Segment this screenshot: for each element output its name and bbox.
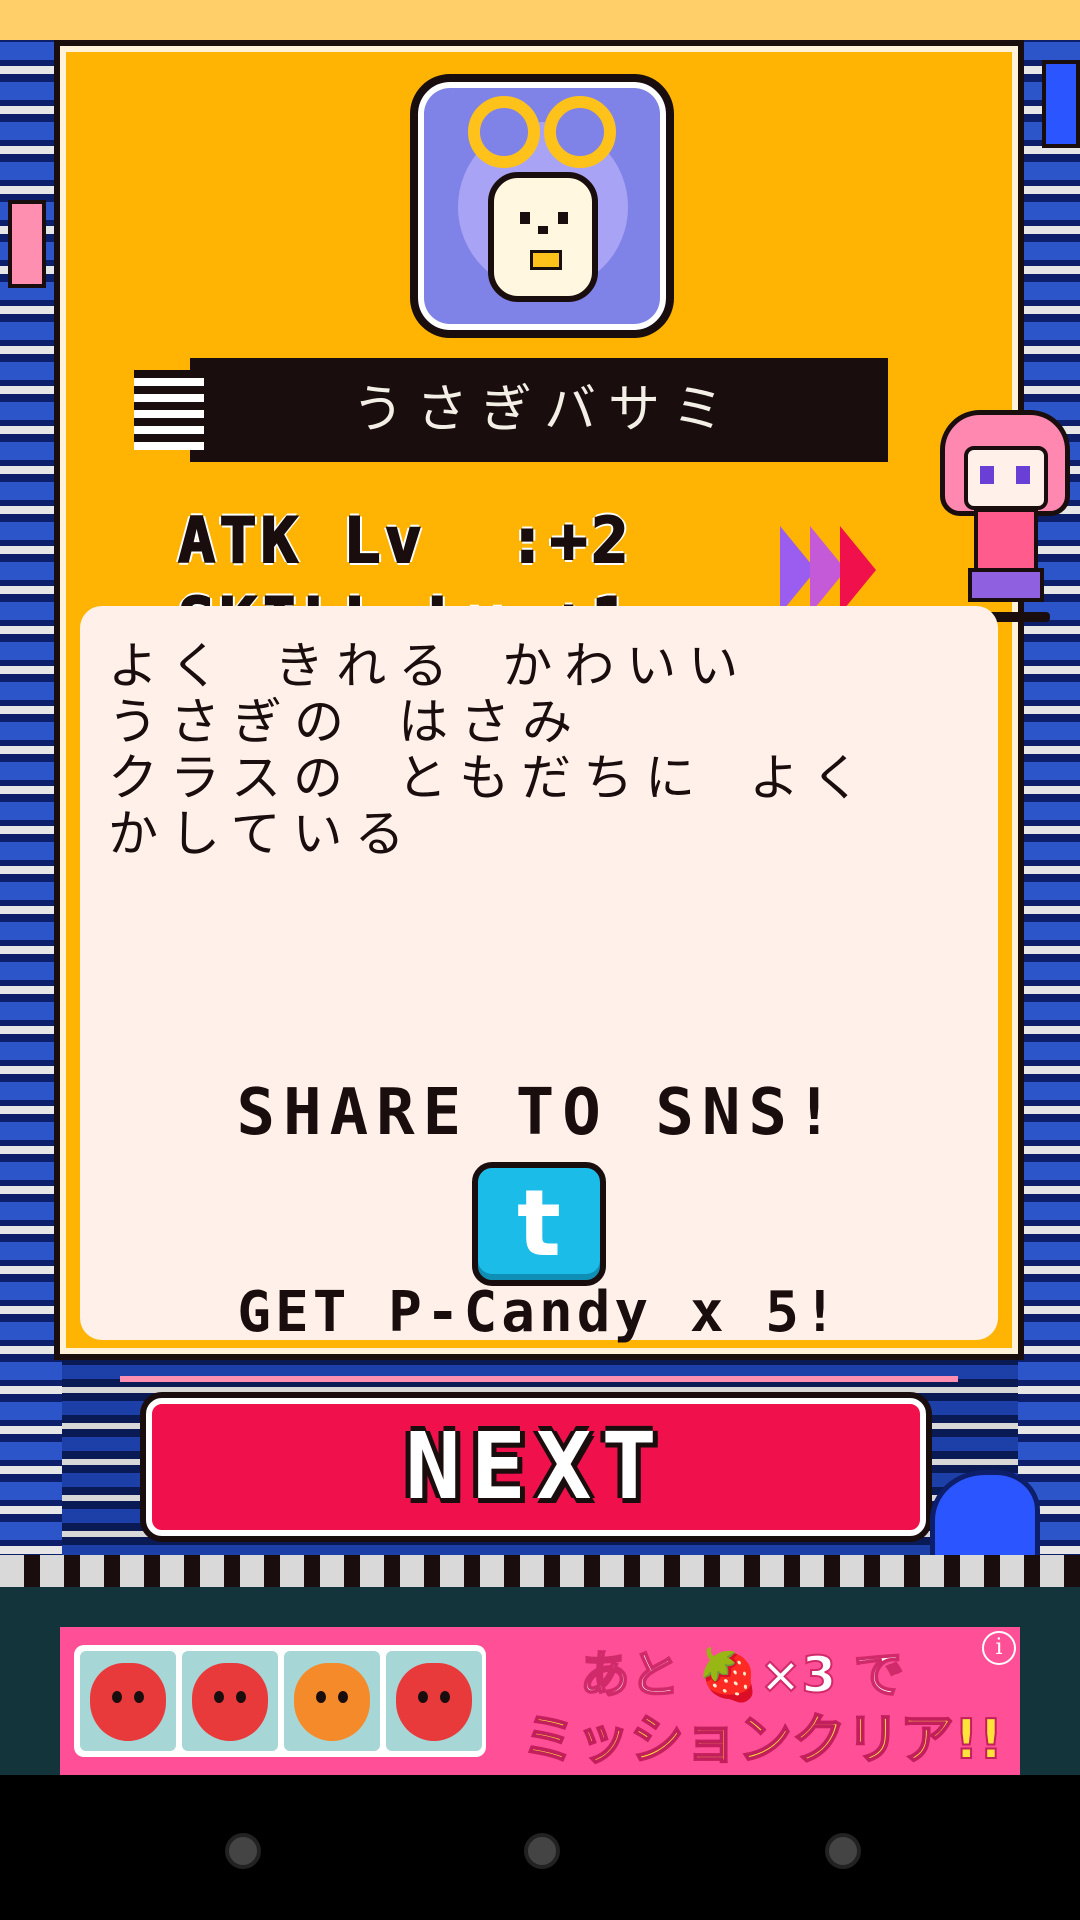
ad-fruit-tiles xyxy=(74,1645,486,1757)
chevron-3 xyxy=(840,526,876,614)
fruit-eye xyxy=(316,1691,326,1703)
fruit-eye xyxy=(440,1691,450,1703)
next-button[interactable]: NEXT xyxy=(146,1398,926,1536)
recents-button[interactable] xyxy=(825,1833,861,1869)
item-name: うさぎバサミ xyxy=(351,380,736,440)
atk-level: ATK Lv :+2 xyxy=(177,503,633,578)
fruit-eye xyxy=(338,1691,348,1703)
ad-banner[interactable]: あと 🍓×3 で ミッションクリア!! i xyxy=(60,1627,1020,1775)
rabbit-eye-left xyxy=(520,212,530,224)
fruit-eye xyxy=(134,1691,144,1703)
ad-text-line-2: ミッションクリア!! xyxy=(521,1707,1004,1772)
top-decoration xyxy=(0,0,1080,40)
strawberry-icon xyxy=(90,1663,166,1741)
name-plate-tip xyxy=(134,370,204,450)
character-eye-left xyxy=(980,466,994,484)
fruit-eye xyxy=(418,1691,428,1703)
fruit-eye xyxy=(112,1691,122,1703)
rabbit-scissors-icon xyxy=(410,74,674,338)
divider xyxy=(120,1376,958,1382)
ad-tile-2 xyxy=(182,1651,278,1751)
description-box: よく きれる かわいい うさぎの はさみ クラスの ともだちに よく かしている… xyxy=(80,606,998,1345)
left-border-decoration xyxy=(0,40,62,1580)
item-card: うさぎバサミ ATK Lv :+2 SKILL Lv:+1 よく きれる かわい… xyxy=(54,40,1070,1360)
description-line-3: クラスの ともだちに よく xyxy=(108,749,874,807)
character-skirt xyxy=(968,568,1044,602)
right-border-decoration xyxy=(1018,40,1080,1580)
rabbit-eye-right xyxy=(558,212,568,224)
right-flag-decoration xyxy=(1042,60,1080,148)
share-reward-text: GET P-Candy x 5! xyxy=(237,1280,841,1345)
next-button-label: NEXT xyxy=(405,1413,667,1520)
ad-tile-4 xyxy=(386,1651,482,1751)
rabbit-nose xyxy=(538,226,548,234)
fruit-eye xyxy=(214,1691,224,1703)
ad-info-icon[interactable]: i xyxy=(982,1631,1016,1665)
pink-haired-girl-character xyxy=(930,398,1070,622)
strawberry-icon xyxy=(192,1663,268,1741)
description-line-4: かしている xyxy=(108,805,417,863)
rabbit-body xyxy=(488,172,598,302)
fruit-eye xyxy=(236,1691,246,1703)
item-name-plate: うさぎバサミ xyxy=(134,358,888,462)
home-button[interactable] xyxy=(524,1833,560,1869)
description-line-1: よく きれる かわいい xyxy=(108,637,751,695)
system-navigation-bar xyxy=(0,1775,1080,1920)
twitter-icon: t xyxy=(517,1170,561,1277)
share-title: SHARE TO SNS! xyxy=(236,1076,842,1150)
description-line-2: うさぎの はさみ xyxy=(108,693,585,751)
rail-decoration xyxy=(0,1555,1080,1587)
left-flower-decoration xyxy=(8,200,46,288)
ad-tile-3 xyxy=(284,1651,380,1751)
carrot-icon xyxy=(294,1663,370,1741)
character-eye-right xyxy=(1016,466,1030,484)
rabbit-bow xyxy=(530,250,562,270)
strawberry-icon xyxy=(396,1663,472,1741)
character-face xyxy=(964,446,1048,510)
level-up-chevrons-icon xyxy=(780,526,900,616)
scissors-handle-left xyxy=(468,96,540,168)
ad-tile-1 xyxy=(80,1651,176,1751)
game-screen: うさぎバサミ ATK Lv :+2 SKILL Lv:+1 よく きれる かわい… xyxy=(0,0,1080,1775)
twitter-share-button[interactable]: t xyxy=(472,1162,606,1286)
scissors-handle-right xyxy=(544,96,616,168)
back-button[interactable] xyxy=(225,1833,261,1869)
